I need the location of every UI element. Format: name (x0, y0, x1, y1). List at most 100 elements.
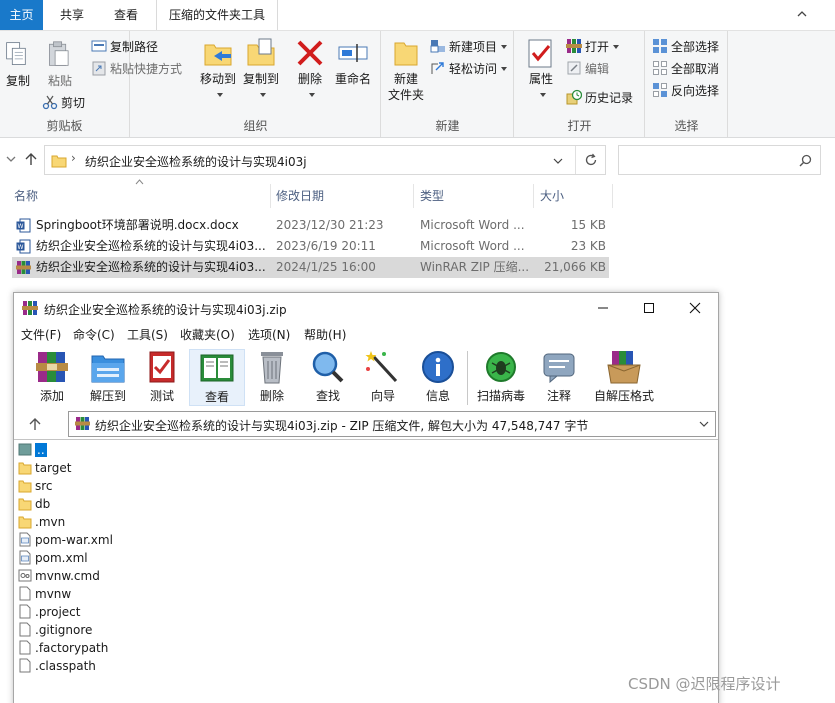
menu-favorites[interactable]: 收藏夹(O) (180, 326, 235, 343)
address-bar[interactable]: › 纺织企业安全巡检系统的设计与实现4i03j (44, 145, 606, 175)
properties-label: 属性 (528, 72, 553, 86)
column-header-name[interactable]: 名称 (14, 184, 38, 208)
chevron-down-icon[interactable] (4, 152, 18, 166)
chevron-down-icon[interactable] (699, 420, 709, 428)
file-row[interactable]: W Springboot环境部署说明.docx.docx 2023/12/30 … (12, 215, 609, 236)
list-item[interactable]: .classpath (18, 657, 96, 675)
open-button[interactable]: 打开 (566, 37, 620, 57)
add-button[interactable]: 添加 (24, 349, 80, 404)
comment-label: 注释 (546, 389, 571, 403)
magnifier-icon (312, 351, 344, 383)
menu-help[interactable]: 帮助(H) (304, 326, 346, 343)
maximize-button[interactable] (626, 293, 672, 323)
list-item-label: .project (35, 605, 81, 619)
list-item[interactable]: target (18, 459, 72, 477)
delete-label: 删除 (297, 72, 322, 86)
column-header-type[interactable]: 类型 (420, 184, 444, 208)
tab-share[interactable]: 共享 (50, 0, 94, 30)
file-row-selected[interactable]: 纺织企业安全巡检系统的设计与实现4i03... 2024/1/25 16:00 … (12, 257, 609, 278)
menu-commands[interactable]: 命令(C) (73, 326, 115, 343)
find-button[interactable]: 查找 (300, 349, 356, 404)
select-all-button[interactable]: 全部选择 (652, 37, 719, 57)
edit-label: 编辑 (585, 62, 610, 76)
refresh-icon[interactable] (584, 153, 598, 167)
column-separator[interactable] (413, 184, 414, 208)
delete-button[interactable]: 删除 (294, 37, 326, 103)
properties-button[interactable]: 属性 (525, 37, 557, 103)
address-history-chevron-icon[interactable] (553, 156, 563, 166)
file-row[interactable]: W 纺织企业安全巡检系统的设计与实现4i03... 2023/6/19 20:1… (12, 236, 609, 257)
history-label: 历史记录 (585, 91, 634, 105)
list-item[interactable]: src (18, 477, 53, 495)
invert-selection-button[interactable]: 反向选择 (652, 81, 719, 101)
tab-compressed-folder-tools[interactable]: 压缩的文件夹工具 (156, 0, 278, 30)
menu-options[interactable]: 选项(N) (248, 326, 290, 343)
copy-to-button[interactable]: 复制到 (241, 37, 281, 103)
list-item[interactable]: .project (18, 603, 80, 621)
virus-scan-button[interactable]: 扫描病毒 (473, 349, 529, 404)
copy-to-label: 复制到 (242, 72, 279, 86)
wizard-button[interactable]: 向导 (355, 349, 411, 404)
history-button[interactable]: 历史记录 (566, 88, 633, 108)
up-folder-icon[interactable] (28, 417, 42, 431)
test-button[interactable]: 测试 (134, 349, 190, 404)
edit-button[interactable]: 编辑 (566, 59, 609, 79)
winrar-titlebar[interactable]: 纺织企业安全巡检系统的设计与实现4i03j.zip (14, 293, 718, 323)
menu-file[interactable]: 文件(F) (21, 326, 61, 343)
new-folder-button[interactable]: 新建 文件夹 (386, 37, 426, 103)
new-folder-label-1: 新建 (393, 72, 418, 86)
extract-to-button[interactable]: 解压到 (80, 349, 136, 404)
search-input[interactable] (618, 145, 821, 175)
list-item[interactable]: pom.xml (18, 549, 88, 567)
search-icon[interactable] (799, 154, 812, 167)
tab-view[interactable]: 查看 (104, 0, 148, 30)
list-item[interactable]: mvnw (18, 585, 71, 603)
rename-icon (338, 44, 368, 62)
copy-to-icon (247, 38, 275, 66)
ribbon-collapse-icon[interactable] (797, 9, 807, 19)
invert-selection-label: 反向选择 (671, 84, 720, 98)
list-item[interactable]: mvnw.cmd (18, 567, 100, 585)
copy-path-icon (91, 40, 107, 52)
list-item[interactable]: .. (18, 441, 47, 459)
new-item-button[interactable]: 新建项目 (430, 37, 508, 57)
comment-button[interactable]: 注释 (531, 349, 587, 404)
column-header-date[interactable]: 修改日期 (276, 184, 324, 208)
ribbon: 复制 粘贴 复制路径 粘贴快捷方式 剪切 剪贴板 移动到 复制到 删除 重命名 … (0, 30, 835, 138)
cut-label: 剪切 (61, 96, 86, 110)
easy-access-button[interactable]: 轻松访问 (430, 59, 508, 79)
list-item[interactable]: pom-war.xml (18, 531, 113, 549)
list-item[interactable]: .mvn (18, 513, 65, 531)
info-button[interactable]: 信息 (410, 349, 466, 404)
delete-archive-button[interactable]: 删除 (244, 349, 300, 404)
column-header-size[interactable]: 大小 (540, 184, 564, 208)
minimize-button[interactable] (580, 293, 626, 323)
move-to-button[interactable]: 移动到 (198, 37, 238, 103)
copy-button[interactable]: 复制 (2, 37, 34, 89)
paste-button[interactable]: 粘贴 (44, 37, 76, 89)
list-item[interactable]: .gitignore (18, 621, 92, 639)
sfx-button[interactable]: 自解压格式 (589, 349, 659, 404)
tab-home[interactable]: 主页 (0, 0, 43, 30)
view-button[interactable]: 查看 (189, 349, 245, 406)
new-group: 新建 文件夹 新建项目 轻松访问 新建 (382, 31, 514, 137)
sfx-label: 自解压格式 (593, 389, 654, 403)
column-separator[interactable] (612, 184, 613, 208)
history-icon (566, 89, 582, 105)
up-arrow-icon[interactable] (24, 152, 38, 166)
list-item[interactable]: db (18, 495, 50, 513)
select-none-button[interactable]: 全部取消 (652, 59, 719, 79)
menu-tools[interactable]: 工具(S) (127, 326, 168, 343)
archive-path-combo[interactable]: 纺织企业安全巡检系统的设计与实现4i03j.zip - ZIP 压缩文件, 解包… (68, 411, 716, 437)
column-separator[interactable] (270, 184, 271, 208)
list-item[interactable]: .factorypath (18, 639, 108, 657)
column-separator[interactable] (533, 184, 534, 208)
test-label: 测试 (149, 389, 174, 403)
archive-file-list: .. target src db .mvn pom-war.xml pom.xm… (14, 439, 718, 703)
close-button[interactable] (672, 293, 718, 323)
rename-button[interactable]: 重命名 (333, 37, 373, 87)
list-item-label: .classpath (35, 659, 96, 673)
delete-archive-label: 删除 (259, 389, 284, 403)
cut-button[interactable]: 剪切 (42, 93, 85, 113)
file-name: 纺织企业安全巡检系统的设计与实现4i03... (36, 239, 266, 253)
